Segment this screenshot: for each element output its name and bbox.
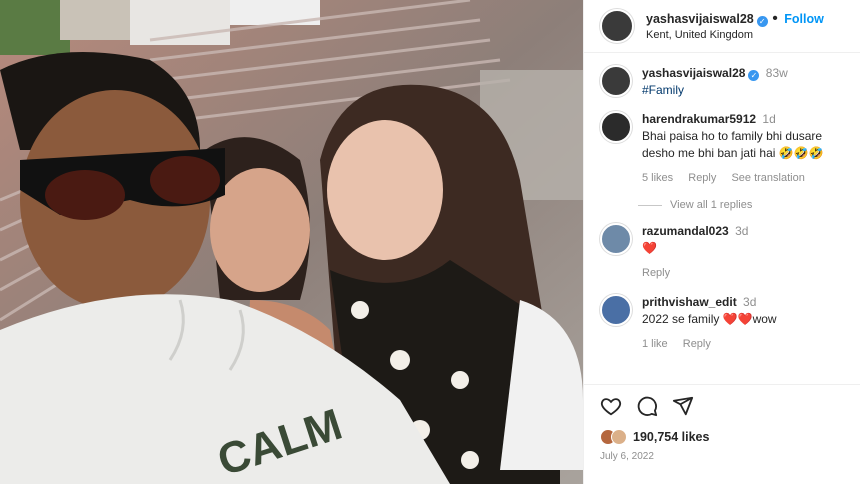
caption-avatar[interactable] [600, 65, 632, 97]
comment: prithvishaw_edit 3d 2022 se family ❤️❤️w… [600, 294, 850, 353]
view-replies-label: View all 1 replies [670, 199, 753, 211]
liked-by-avatars[interactable] [600, 429, 627, 445]
post-photo[interactable]: CALM [0, 0, 583, 484]
post-details-panel: yashasvijaiswal28 ✓ • Follow Kent, United… [583, 0, 860, 484]
instagram-post-modal: CALM yashasvijaiswal28 ✓ • Follow Kent, U… [0, 0, 860, 484]
commenter-username[interactable]: harendrakumar5912 [642, 112, 756, 126]
see-translation-button[interactable]: See translation [731, 172, 804, 184]
commenter-username[interactable]: prithvishaw_edit [642, 295, 737, 309]
comment-age[interactable]: 1d [762, 112, 775, 126]
selfie-image: CALM [0, 0, 583, 484]
comment-text: Bhai paisa ho to family bhi dusare desho… [642, 129, 824, 160]
share-icon[interactable] [672, 395, 694, 422]
author-username[interactable]: yashasvijaiswal28 [646, 12, 754, 26]
comment: razumandal023 3d ❤️ Reply [600, 223, 850, 282]
comment-likes[interactable]: 5 likes [642, 172, 673, 184]
action-bar: 190,754 likes July 6, 2022 [584, 384, 860, 472]
comment-text: 2022 se family ❤️❤️wow [642, 312, 777, 326]
replies-line [638, 204, 662, 206]
verified-icon: ✓ [748, 70, 760, 81]
caption-age[interactable]: 83w [766, 66, 788, 80]
reply-button[interactable]: Reply [683, 338, 711, 350]
caption-hashtag[interactable]: #Family [642, 83, 684, 97]
view-replies[interactable]: View all 1 replies [638, 199, 850, 211]
verified-icon: ✓ [756, 16, 768, 28]
separator-dot: • [772, 10, 783, 28]
follow-button[interactable]: Follow [784, 12, 824, 26]
comment-icon[interactable] [636, 395, 658, 422]
comment-likes[interactable]: 1 like [642, 338, 668, 350]
reply-button[interactable]: Reply [642, 267, 670, 279]
comment-age[interactable]: 3d [735, 224, 748, 238]
likes-count[interactable]: 190,754 likes [633, 430, 709, 444]
author-avatar[interactable] [600, 9, 634, 43]
comment-text: ❤️ [642, 241, 657, 255]
post-date[interactable]: July 6, 2022 [600, 451, 844, 462]
commenter-username[interactable]: razumandal023 [642, 224, 729, 238]
reply-button[interactable]: Reply [688, 172, 716, 184]
comment-age[interactable]: 3d [743, 295, 756, 309]
comments-list[interactable]: yashasvijaiswal28 ✓ 83w #Family harendrak… [584, 53, 860, 383]
heart-icon[interactable] [600, 395, 622, 422]
commenter-avatar[interactable] [600, 111, 632, 143]
commenter-avatar[interactable] [600, 223, 632, 255]
comment: harendrakumar5912 1d Bhai paisa ho to fa… [600, 111, 850, 187]
post-header: yashasvijaiswal28 ✓ • Follow Kent, United… [584, 0, 860, 53]
caption-username[interactable]: yashasvijaiswal28 [642, 66, 745, 80]
commenter-avatar[interactable] [600, 294, 632, 326]
caption: yashasvijaiswal28 ✓ 83w #Family [600, 65, 850, 99]
post-location[interactable]: Kent, United Kingdom [646, 29, 824, 43]
